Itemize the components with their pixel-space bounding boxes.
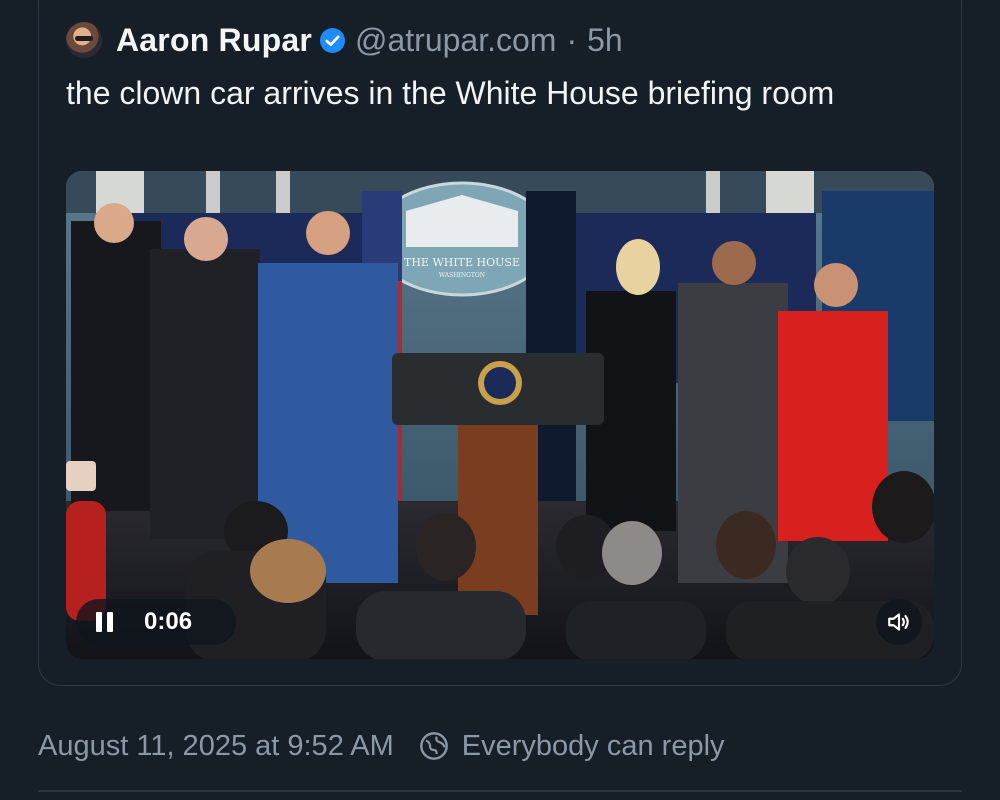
elapsed-time: 0:06	[144, 608, 193, 635]
separator-dot: ·	[566, 21, 578, 58]
volume-icon	[888, 613, 909, 631]
globe-reply-icon	[418, 730, 450, 762]
post-header: Aaron Rupar @atrupar.com · 5h	[66, 18, 623, 62]
divider	[38, 790, 962, 792]
verified-badge-icon	[320, 27, 345, 53]
reply-setting[interactable]: Everybody can reply	[462, 730, 725, 763]
video-player[interactable]: THE WHITE HOUSE WASHINGTON 0:06	[66, 171, 934, 659]
post-timestamp[interactable]: August 11, 2025 at 9:52 AM	[38, 730, 394, 763]
pause-icon[interactable]	[94, 611, 116, 633]
playback-control[interactable]: 0:06	[76, 599, 236, 645]
video-frame: THE WHITE HOUSE WASHINGTON	[66, 171, 934, 659]
author-handle[interactable]: @atrupar.com	[355, 22, 556, 59]
seal-title: THE WHITE HOUSE	[404, 256, 520, 269]
post-footer: August 11, 2025 at 9:52 AM Everybody can…	[38, 724, 725, 768]
avatar[interactable]	[66, 22, 102, 58]
volume-button[interactable]	[876, 599, 922, 645]
author-display-name[interactable]: Aaron Rupar	[116, 22, 312, 59]
post-age[interactable]: 5h	[587, 22, 623, 59]
post-text: the clown car arrives in the White House…	[66, 75, 835, 111]
seal-subtitle: WASHINGTON	[439, 272, 485, 279]
